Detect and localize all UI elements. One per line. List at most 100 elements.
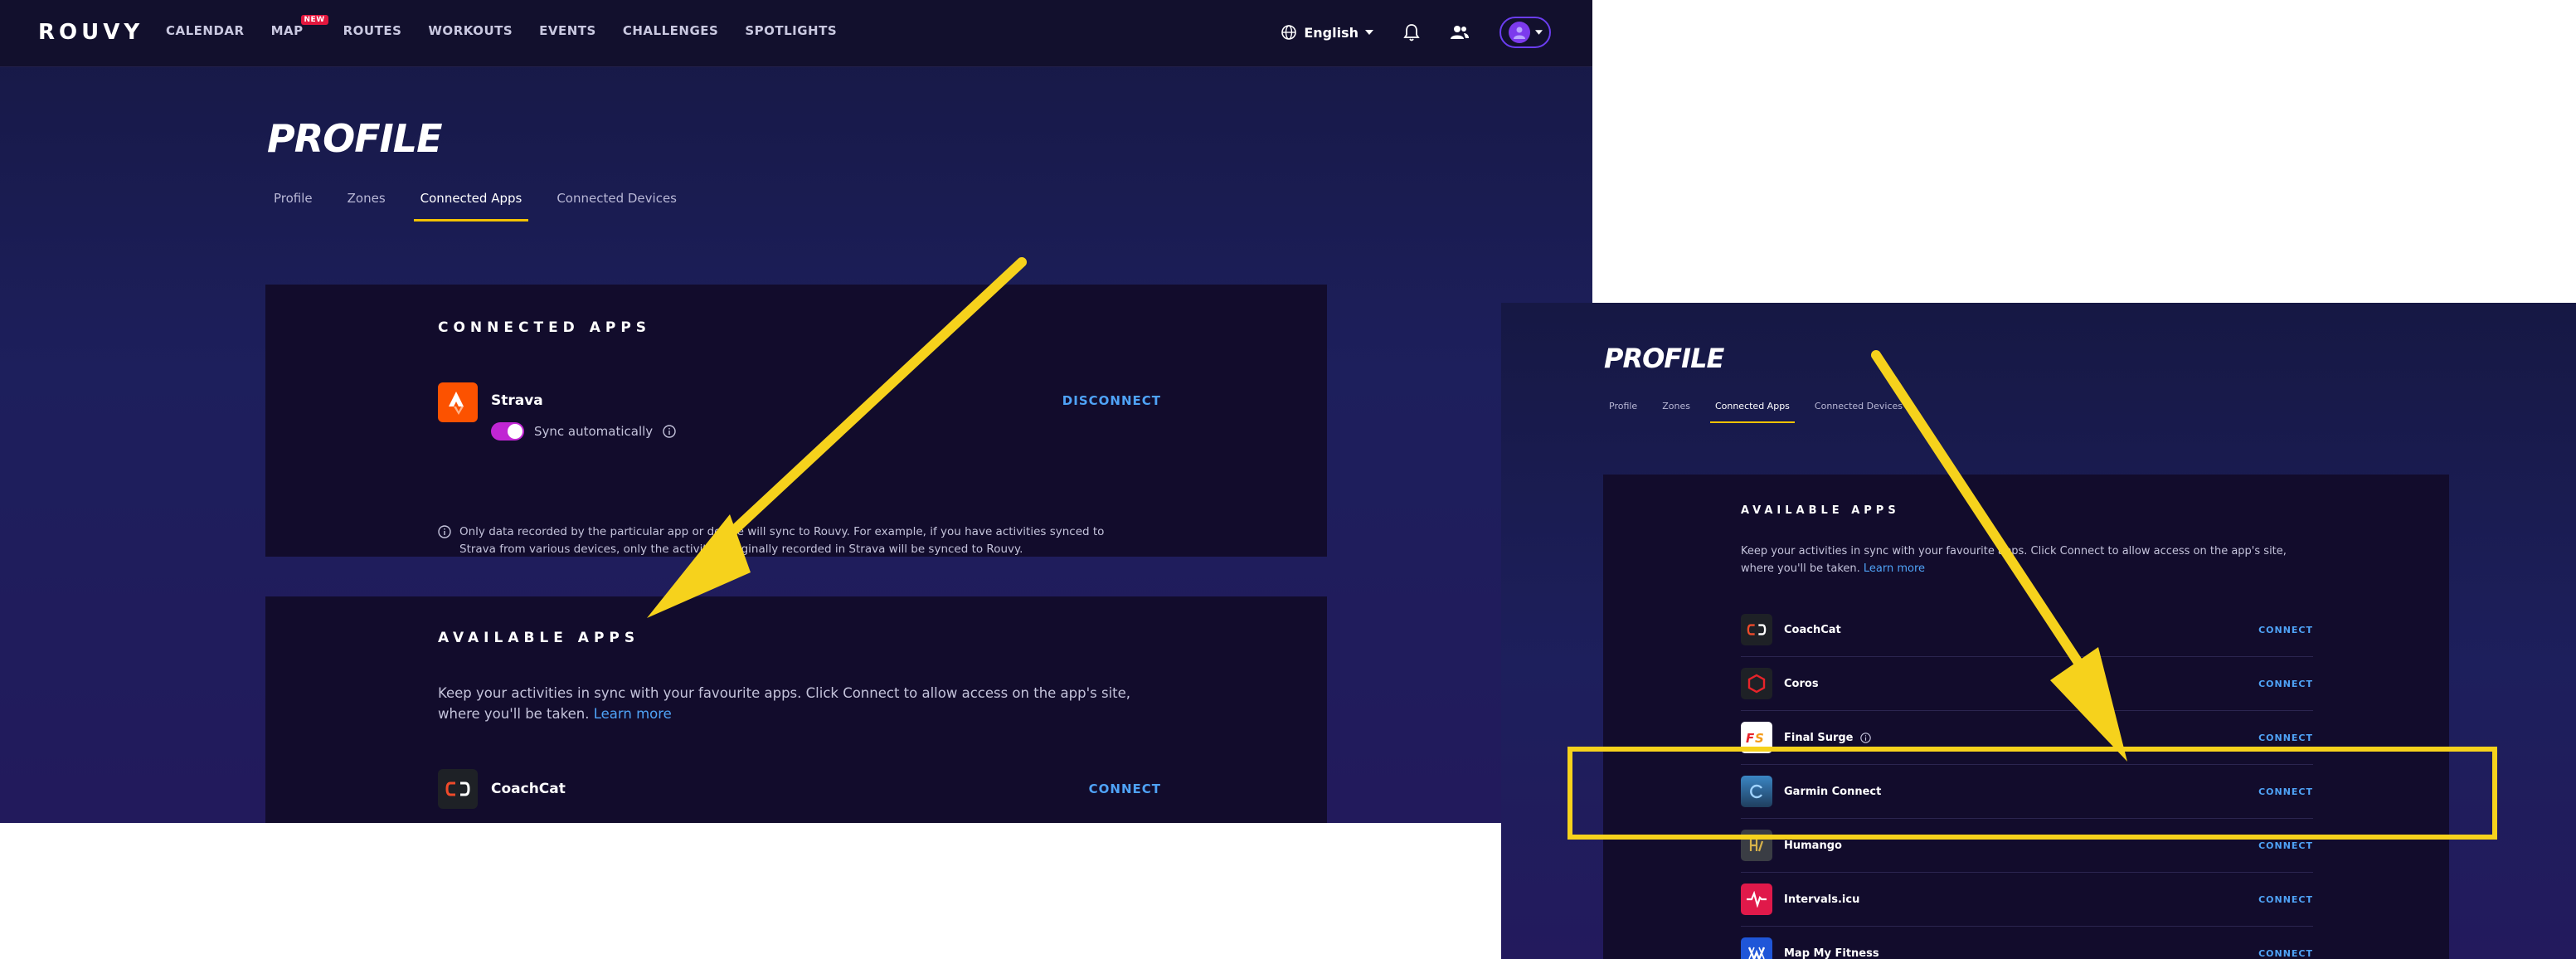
description-line-2: where you'll be taken. Learn more (438, 703, 1161, 724)
connect-button[interactable]: CONNECT (2258, 948, 2313, 959)
section-title: AVAILABLE APPS (438, 630, 640, 646)
nav-item-map-label: MAP (270, 23, 304, 38)
tab-connected-apps[interactable]: Connected Apps (413, 191, 529, 221)
notifications-bell-icon[interactable] (1403, 23, 1420, 41)
tab-zones[interactable]: Zones (1657, 401, 1695, 423)
coros-icon (1741, 668, 1772, 699)
connect-button[interactable]: CONNECT (1089, 781, 1161, 796)
available-apps-description: Keep your activities in sync with your f… (1741, 543, 2313, 577)
nav-item-workouts[interactable]: WORKOUTS (428, 23, 513, 38)
sync-toggle[interactable] (491, 422, 524, 441)
user-menu-button[interactable] (1499, 17, 1551, 48)
info-icon[interactable] (663, 425, 676, 438)
description-line: Keep your activities in sync with your f… (1741, 545, 2287, 557)
description-text: where you'll be taken. (438, 706, 590, 722)
nav-right-actions: English (1281, 17, 1551, 48)
nav-item-map[interactable]: MAP NEW (270, 15, 328, 38)
connected-apps-card: CONNECTED APPS Strava DISCONNECT Sync au… (265, 285, 1327, 557)
app-row-garmin-connect: Garmin Connect CONNECT (1741, 765, 2313, 819)
description-text: where you'll be taken. (1741, 562, 1860, 575)
globe-icon (1281, 25, 1297, 40)
sync-note: Only data recorded by the particular app… (438, 523, 1161, 558)
app-name: Garmin Connect (1784, 786, 2258, 798)
app-row-coros: Coros CONNECT (1741, 657, 2313, 711)
connect-button[interactable]: CONNECT (2258, 786, 2313, 797)
app-row-map-my-fitness: Map My Fitness CONNECT (1741, 927, 2313, 959)
learn-more-link[interactable]: Learn more (594, 706, 672, 722)
svg-text:F: F (1746, 731, 1755, 746)
tab-connected-devices[interactable]: Connected Devices (550, 191, 683, 221)
final-surge-icon: FS (1741, 722, 1772, 753)
section-title: AVAILABLE APPS (1741, 504, 1900, 517)
connect-button[interactable]: CONNECT (2258, 625, 2313, 635)
app-name: Humango (1784, 840, 2258, 852)
toggle-knob (508, 424, 522, 439)
tab-connected-devices[interactable]: Connected Devices (1810, 401, 1908, 423)
zoomed-screenshot: PROFILE Profile Zones Connected Apps Con… (1501, 303, 2576, 959)
nav-item-spotlights[interactable]: SPOTLIGHTS (745, 23, 837, 38)
friends-icon[interactable] (1450, 25, 1470, 40)
connect-button[interactable]: CONNECT (2258, 840, 2313, 851)
strava-icon (438, 382, 478, 422)
connect-button[interactable]: CONNECT (2258, 894, 2313, 905)
app-name-text: Map My Fitness (1784, 947, 1879, 959)
nav-item-routes[interactable]: ROUTES (343, 23, 402, 38)
nav-item-calendar[interactable]: CALENDAR (166, 23, 245, 38)
main-screenshot: ROUVY CALENDAR MAP NEW ROUTES WORKOUTS EV… (0, 0, 1592, 823)
learn-more-link[interactable]: Learn more (1864, 562, 1925, 575)
profile-tabs: Profile Zones Connected Apps Connected D… (267, 191, 705, 221)
tab-connected-apps[interactable]: Connected Apps (1709, 401, 1795, 423)
tab-profile[interactable]: Profile (1604, 401, 1642, 423)
app-name-text: Garmin Connect (1784, 785, 1882, 798)
app-name: Coros (1784, 678, 2258, 690)
coachcat-icon (1741, 614, 1772, 645)
app-name: Map My Fitness (1784, 947, 2258, 959)
profile-tabs: Profile Zones Connected Apps Connected D… (1604, 401, 1922, 423)
sync-label: Sync automatically (534, 424, 654, 439)
available-apps-description: Keep your activities in sync with your f… (438, 683, 1161, 724)
tab-profile[interactable]: Profile (267, 191, 319, 221)
svg-text:S: S (1755, 731, 1764, 746)
app-row-coachcat: CoachCat CONNECT (1741, 603, 2313, 657)
language-label: English (1304, 24, 1358, 41)
rouvy-logo[interactable]: ROUVY (38, 20, 143, 45)
available-apps-card: AVAILABLE APPS Keep your activities in s… (1603, 475, 2449, 959)
garmin-connect-icon (1741, 776, 1772, 807)
description-line: Keep your activities in sync with your f… (438, 685, 1131, 701)
app-name: CoachCat (491, 781, 566, 797)
new-badge: NEW (300, 15, 328, 25)
language-selector[interactable]: English (1281, 24, 1373, 41)
page-title: PROFILE (1604, 343, 1724, 374)
top-navigation: ROUVY CALENDAR MAP NEW ROUTES WORKOUTS EV… (0, 0, 1592, 67)
app-row-humango: Humango CONNECT (1741, 819, 2313, 873)
available-apps-card: AVAILABLE APPS Keep your activities in s… (265, 596, 1327, 823)
disconnect-button[interactable]: DISCONNECT (1062, 393, 1161, 408)
app-name: Intervals.icu (1784, 893, 2258, 906)
app-name: Final Surge (1784, 732, 2258, 744)
caret-down-icon (1365, 30, 1373, 35)
nav-item-events[interactable]: EVENTS (539, 23, 596, 38)
app-row-intervals-icu: Intervals.icu CONNECT (1741, 873, 2313, 927)
nav-item-challenges[interactable]: CHALLENGES (623, 23, 718, 38)
caret-down-icon (1534, 30, 1543, 35)
app-name: CoachCat (1784, 624, 2258, 636)
nav-menu: CALENDAR MAP NEW ROUTES WORKOUTS EVENTS C… (166, 15, 837, 38)
tab-zones[interactable]: Zones (341, 191, 392, 221)
app-name-text: Coros (1784, 677, 1819, 690)
note-line: Only data recorded by the particular app… (459, 525, 1105, 538)
connect-button[interactable]: CONNECT (2258, 679, 2313, 689)
map-my-fitness-icon (1741, 937, 1772, 959)
connect-button[interactable]: CONNECT (2258, 733, 2313, 743)
section-title: CONNECTED APPS (438, 319, 652, 336)
sync-setting: Sync automatically (491, 422, 676, 441)
info-icon[interactable] (1859, 732, 1871, 743)
available-app-row: CoachCat CONNECT (438, 769, 1161, 809)
app-name-text: Final Surge (1784, 731, 1854, 744)
intervals-icu-icon (1741, 884, 1772, 915)
humango-icon (1741, 830, 1772, 861)
app-row-final-surge: FS Final Surge CONNECT (1741, 711, 2313, 765)
note-line: Strava from various devices, only the ac… (459, 543, 1023, 556)
coachcat-icon (438, 769, 478, 809)
app-name-text: Intervals.icu (1784, 893, 1860, 906)
description-line-2: where you'll be taken. Learn more (1741, 560, 2313, 577)
